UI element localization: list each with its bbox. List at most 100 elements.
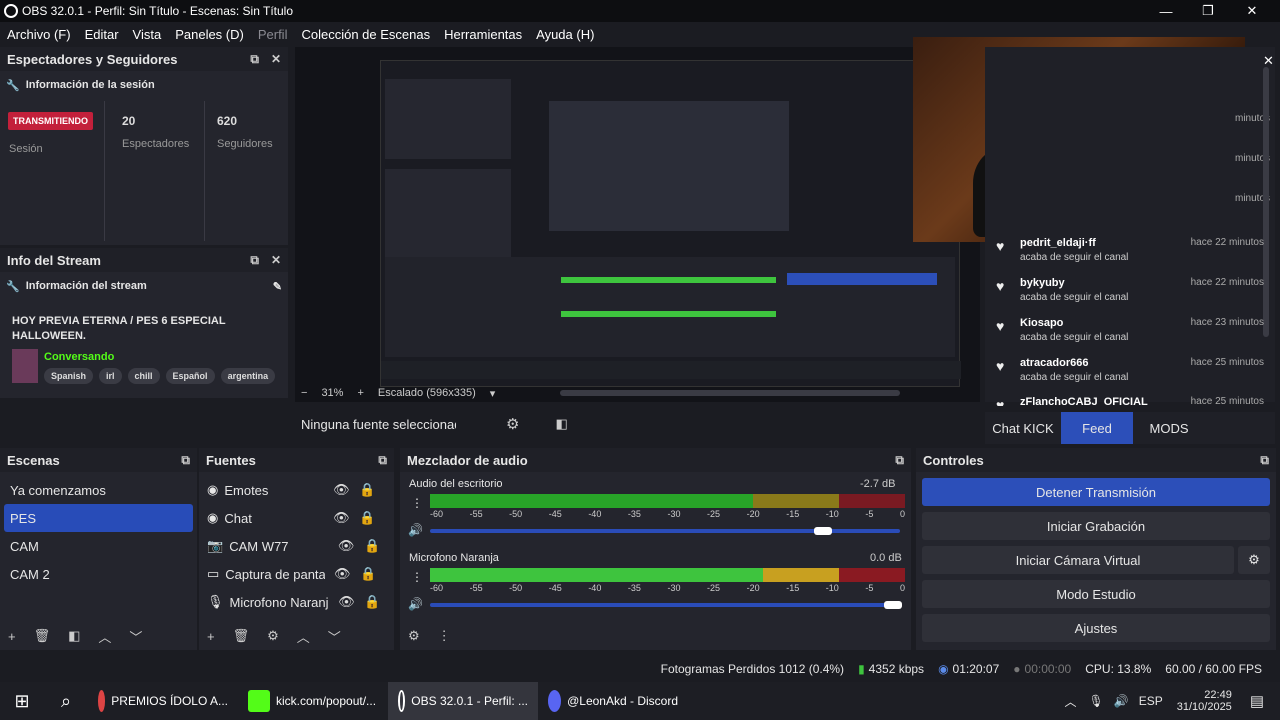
- settings-button[interactable]: Ajustes: [922, 614, 1270, 642]
- eye-icon[interactable]: 👁: [330, 482, 352, 498]
- trash-icon[interactable]: 🗑: [34, 628, 51, 644]
- move-down-icon[interactable]: ﹀: [328, 627, 341, 646]
- microphone-tray-icon[interactable]: 🎙: [1089, 694, 1104, 708]
- no-source-label: Ninguna fuente seleccionad: [301, 416, 456, 432]
- menu-ayuda[interactable]: Ayuda (H): [536, 27, 594, 42]
- volume-slider[interactable]: [430, 603, 900, 607]
- lock-icon[interactable]: 🔒: [358, 482, 376, 498]
- advanced-audio-icon[interactable]: ⚙: [408, 628, 420, 644]
- float-icon[interactable]: ⧉: [1260, 453, 1269, 468]
- menu-dots-icon[interactable]: ⋮: [411, 570, 423, 584]
- monitor-icon: ▭: [207, 566, 220, 581]
- menu-editar[interactable]: Editar: [85, 27, 119, 42]
- add-icon[interactable]: +: [207, 629, 215, 644]
- language-indicator[interactable]: ESP: [1139, 694, 1163, 708]
- float-icon[interactable]: ⧉: [181, 453, 190, 468]
- studio-mode-button[interactable]: Modo Estudio: [922, 580, 1270, 608]
- speaker-icon[interactable]: 🔊: [408, 523, 423, 537]
- lock-icon[interactable]: 🔒: [359, 566, 377, 582]
- preview-canvas[interactable]: [380, 60, 961, 387]
- lock-icon[interactable]: 🔒: [364, 594, 382, 610]
- zoom-level[interactable]: 31%: [321, 387, 343, 399]
- trash-icon[interactable]: 🗑: [233, 628, 250, 644]
- close-window-button[interactable]: ✕: [1232, 0, 1272, 22]
- float-icon[interactable]: ⧉: [378, 453, 387, 468]
- menu-paneles[interactable]: Paneles (D): [175, 27, 244, 42]
- clock[interactable]: 22:49 31/10/2025: [1177, 689, 1232, 713]
- restore-button[interactable]: ❐: [1188, 0, 1228, 22]
- channel-db: 0.0 dB: [870, 552, 902, 564]
- source-item[interactable]: ◉ Chat 👁 🔒: [199, 504, 394, 532]
- nested-preview: [549, 101, 789, 231]
- controls-dock: Controles ⧉ Detener Transmisión Iniciar G…: [916, 448, 1276, 650]
- zoom-in-button[interactable]: +: [357, 387, 363, 399]
- eye-icon[interactable]: 👁: [331, 566, 353, 582]
- feed-user: atracador666: [1020, 357, 1089, 369]
- search-icon[interactable]: ⌕: [44, 682, 88, 720]
- tab-feed[interactable]: Feed: [1061, 412, 1133, 444]
- eye-icon[interactable]: 👁: [336, 594, 358, 610]
- gear-icon[interactable]: ⚙: [267, 628, 279, 644]
- horizontal-scrollbar[interactable]: [560, 390, 900, 396]
- stop-streaming-button[interactable]: Detener Transmisión: [922, 478, 1270, 506]
- gear-icon[interactable]: ⚙: [1238, 546, 1270, 574]
- feed-time: hace 22 minutos: [1190, 237, 1264, 248]
- scene-item[interactable]: Ya comenzamos: [0, 476, 197, 504]
- source-item[interactable]: 📷 CAM W77 👁 🔒: [199, 532, 394, 560]
- chevron-down-icon[interactable]: ▾: [490, 387, 496, 400]
- menu-dots-icon[interactable]: ⋮: [438, 628, 451, 644]
- gear-icon[interactable]: ⚙: [506, 415, 519, 433]
- menu-coleccion-escenas[interactable]: Colección de Escenas: [301, 27, 430, 42]
- speaker-icon[interactable]: 🔊: [408, 597, 423, 611]
- filters-icon[interactable]: ◧: [555, 416, 567, 432]
- close-icon[interactable]: ✕: [271, 52, 281, 67]
- scene-item-selected[interactable]: PES: [4, 504, 193, 532]
- eye-icon[interactable]: 👁: [335, 538, 357, 554]
- windows-start-icon[interactable]: ⊞: [0, 682, 44, 720]
- source-item[interactable]: ◉ Emotes 👁 🔒: [199, 476, 394, 504]
- move-up-icon[interactable]: ︿: [98, 627, 111, 646]
- scene-item[interactable]: CAM 2: [0, 560, 197, 588]
- source-item[interactable]: 🎙 Microfono Naranj 👁 🔒: [199, 588, 394, 616]
- scene-item[interactable]: CAM: [0, 532, 197, 560]
- feed-time: hace 23 minutos: [1190, 317, 1264, 328]
- preview-area[interactable]: − 31% + Escalado (596x335) ▾: [295, 37, 1245, 402]
- float-icon[interactable]: ⧉: [895, 453, 904, 468]
- tab-chat-kick[interactable]: Chat KICK: [985, 412, 1061, 444]
- move-down-icon[interactable]: ﹀: [129, 627, 142, 646]
- taskbar-item[interactable]: kick.com/popout/...: [238, 682, 388, 720]
- menu-dots-icon[interactable]: ⋮: [411, 496, 423, 510]
- float-icon[interactable]: ⧉: [250, 52, 259, 67]
- scale-label[interactable]: Escalado (596x335): [378, 387, 476, 399]
- start-recording-button[interactable]: Iniciar Grabación: [922, 512, 1270, 540]
- dock-title: Mezclador de audio: [407, 452, 528, 468]
- section-title: Información del stream: [25, 279, 147, 292]
- notifications-icon[interactable]: ▤: [1250, 692, 1264, 710]
- source-item[interactable]: ▭ Captura de panta 👁 🔒: [199, 560, 394, 588]
- menu-vista[interactable]: Vista: [133, 27, 162, 42]
- lock-icon[interactable]: 🔒: [358, 510, 376, 526]
- taskbar-item[interactable]: PREMIOS ÍDOLO A...: [88, 682, 238, 720]
- minimize-button[interactable]: —: [1146, 0, 1186, 22]
- zoom-out-button[interactable]: −: [301, 387, 307, 399]
- lock-icon[interactable]: 🔒: [363, 538, 381, 554]
- float-icon[interactable]: ⧉: [250, 253, 259, 268]
- taskbar-item[interactable]: @LeonAkd - Discord: [538, 682, 688, 720]
- menu-archivo[interactable]: Archivo (F): [7, 27, 71, 42]
- start-virtual-camera-button[interactable]: Iniciar Cámara Virtual: [922, 546, 1234, 574]
- eye-icon[interactable]: 👁: [330, 510, 352, 526]
- viewers-label: Espectadores: [122, 138, 190, 150]
- edit-pencil-icon[interactable]: ✎: [273, 280, 282, 293]
- menu-perfil[interactable]: Perfil: [258, 27, 288, 42]
- filter-icon[interactable]: ◧: [68, 628, 80, 644]
- slider-handle[interactable]: [884, 601, 902, 609]
- add-icon[interactable]: +: [8, 629, 16, 644]
- taskbar-item-active[interactable]: OBS 32.0.1 - Perfil: ...: [388, 682, 538, 720]
- tab-mods[interactable]: MODS: [1133, 412, 1205, 444]
- tray-chevron-icon[interactable]: ︿: [1065, 693, 1077, 710]
- menu-herramientas[interactable]: Herramientas: [444, 27, 522, 42]
- move-up-icon[interactable]: ︿: [297, 627, 310, 646]
- slider-handle[interactable]: [813, 527, 832, 535]
- speaker-tray-icon[interactable]: 🔊: [1114, 694, 1129, 708]
- close-icon[interactable]: ✕: [271, 253, 281, 268]
